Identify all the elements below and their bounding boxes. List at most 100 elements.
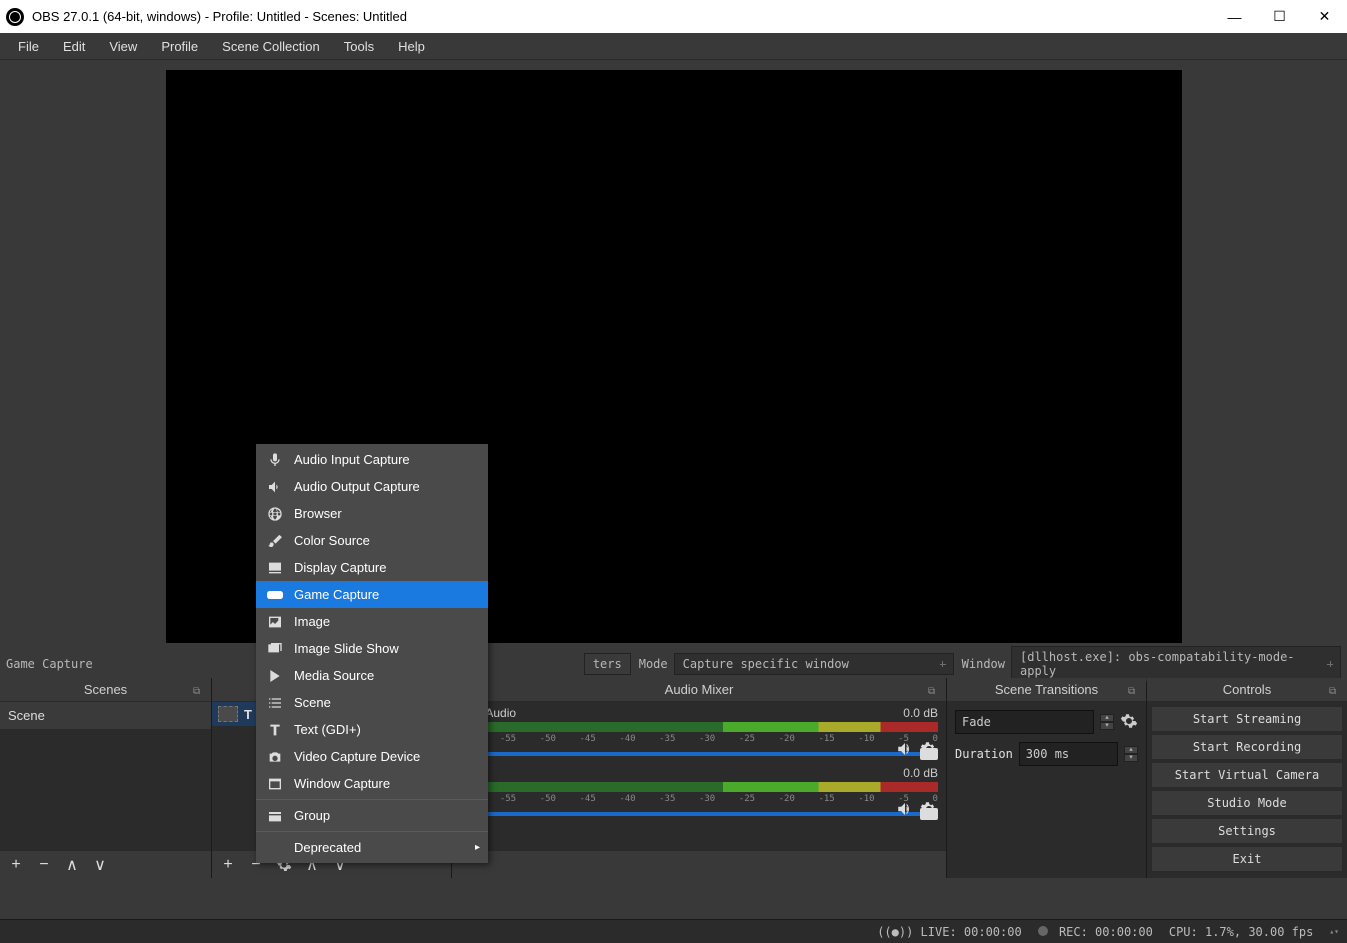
menu-item-label: Deprecated <box>294 840 361 855</box>
transitions-dock-icon[interactable] <box>1128 682 1142 696</box>
status-spinner[interactable]: ▴▾ <box>1329 928 1339 936</box>
menu-item-audio-input-capture[interactable]: Audio Input Capture <box>256 446 488 473</box>
menu-item-label: Group <box>294 808 330 823</box>
gear-icon[interactable] <box>920 740 938 758</box>
mixer-volume-slider[interactable] <box>460 812 938 816</box>
menu-item-label: Text (GDI+) <box>294 722 361 737</box>
menu-item-label: Image Slide Show <box>294 641 399 656</box>
menu-item-browser[interactable]: Browser <box>256 500 488 527</box>
titlebar: OBS 27.0.1 (64-bit, windows) - Profile: … <box>0 0 1347 33</box>
menu-item-deprecated[interactable]: Deprecated <box>256 834 488 861</box>
transition-settings-icon[interactable] <box>1120 712 1138 733</box>
transition-spinner[interactable]: ▴▾ <box>1100 714 1114 730</box>
mic-icon <box>266 451 284 469</box>
menu-item-image[interactable]: Image <box>256 608 488 635</box>
speaker-icon[interactable] <box>896 740 914 758</box>
mixer-dock-icon[interactable] <box>928 682 942 696</box>
play-icon <box>266 667 284 685</box>
controls-header: Controls <box>1147 678 1347 702</box>
duration-input[interactable]: 300 ms <box>1019 742 1118 766</box>
menu-tools[interactable]: Tools <box>332 35 386 58</box>
scene-add-button[interactable]: + <box>4 853 28 877</box>
broadcast-icon: ((●)) <box>877 925 913 939</box>
menu-item-text-gdi-[interactable]: Text (GDI+) <box>256 716 488 743</box>
speaker-icon[interactable] <box>896 800 914 818</box>
menu-help[interactable]: Help <box>386 35 437 58</box>
scene-move-up-button[interactable]: ∧ <box>60 853 84 877</box>
mixer-track-level: 0.0 dB <box>903 766 938 780</box>
close-button[interactable]: ✕ <box>1302 0 1347 33</box>
menu-item-window-capture[interactable]: Window Capture <box>256 770 488 797</box>
menu-separator <box>256 831 488 832</box>
transitions-header: Scene Transitions <box>947 678 1146 702</box>
menu-item-display-capture[interactable]: Display Capture <box>256 554 488 581</box>
transition-select[interactable]: Fade <box>955 710 1094 734</box>
source-add-button[interactable]: + <box>216 853 240 877</box>
menu-item-image-slide-show[interactable]: Image Slide Show <box>256 635 488 662</box>
menu-item-audio-output-capture[interactable]: Audio Output Capture <box>256 473 488 500</box>
menu-profile[interactable]: Profile <box>149 35 210 58</box>
control-button-start-streaming[interactable]: Start Streaming <box>1151 706 1343 732</box>
blank-icon <box>266 839 284 857</box>
menu-item-label: Browser <box>294 506 342 521</box>
mixer-ticks: -60-55-50-45-40-35-30-25-20-15-10-50 <box>460 794 938 804</box>
menu-item-label: Color Source <box>294 533 370 548</box>
mixer-meter <box>460 782 938 792</box>
camera-icon <box>266 748 284 766</box>
panels-row: Scenes Scene + − ∧ ∨ Sources T + − <box>0 678 1347 878</box>
source-label: Game Capture <box>6 657 93 671</box>
scene-item[interactable]: Scene <box>0 702 211 729</box>
mixer-meter <box>460 722 938 732</box>
control-button-start-recording[interactable]: Start Recording <box>1151 734 1343 760</box>
duration-spinner[interactable]: ▴▾ <box>1124 746 1138 762</box>
minimize-button[interactable]: — <box>1212 0 1257 33</box>
scenes-panel: Scenes Scene + − ∧ ∨ <box>0 678 212 878</box>
menu-item-label: Window Capture <box>294 776 390 791</box>
menu-item-group[interactable]: Group <box>256 802 488 829</box>
text-icon: T <box>244 707 252 722</box>
menu-item-video-capture-device[interactable]: Video Capture Device <box>256 743 488 770</box>
control-button-studio-mode[interactable]: Studio Mode <box>1151 790 1343 816</box>
status-cpu: CPU: 1.7%, 30.00 fps <box>1169 925 1314 939</box>
scene-remove-button[interactable]: − <box>32 853 56 877</box>
menu-item-game-capture[interactable]: Game Capture <box>256 581 488 608</box>
mode-dropdown[interactable]: Capture specific window <box>674 653 954 675</box>
controls-panel: Controls Start StreamingStart RecordingS… <box>1147 678 1347 878</box>
menu-item-color-source[interactable]: Color Source <box>256 527 488 554</box>
menu-file[interactable]: File <box>6 35 51 58</box>
monitor-icon <box>266 559 284 577</box>
menu-item-label: Scene <box>294 695 331 710</box>
mixer-track: /Aux0.0 dB -60-55-50-45-40-35-30-25-20-1… <box>452 762 946 822</box>
source-info-bar: Game Capture ters Mode Capture specific … <box>0 650 1347 678</box>
menu-edit[interactable]: Edit <box>51 35 97 58</box>
scene-move-down-button[interactable]: ∨ <box>88 853 112 877</box>
group-icon <box>266 807 284 825</box>
window-icon <box>266 775 284 793</box>
mixer-ticks: -60-55-50-45-40-35-30-25-20-15-10-50 <box>460 734 938 744</box>
control-button-start-virtual-camera[interactable]: Start Virtual Camera <box>1151 762 1343 788</box>
window-dropdown[interactable]: [dllhost.exe]: obs-compatability-mode-ap… <box>1011 646 1341 682</box>
status-rec: REC: 00:00:00 <box>1038 925 1153 939</box>
scenes-dock-icon[interactable] <box>193 682 207 696</box>
mixer-header: Audio Mixer <box>452 678 946 702</box>
menu-view[interactable]: View <box>97 35 149 58</box>
menu-item-scene[interactable]: Scene <box>256 689 488 716</box>
menu-item-label: Game Capture <box>294 587 379 602</box>
record-dot-icon <box>1038 926 1048 936</box>
mixer-track-level: 0.0 dB <box>903 706 938 720</box>
obs-app-icon <box>6 8 24 26</box>
control-button-settings[interactable]: Settings <box>1151 818 1343 844</box>
mixer-volume-slider[interactable] <box>460 752 938 756</box>
add-source-context-menu: Audio Input Capture Audio Output Capture B… <box>256 444 488 863</box>
menu-scene-collection[interactable]: Scene Collection <box>210 35 332 58</box>
gear-icon[interactable] <box>920 800 938 818</box>
globe-icon <box>266 505 284 523</box>
control-button-exit[interactable]: Exit <box>1151 846 1343 872</box>
filters-button-partial[interactable]: ters <box>584 653 631 675</box>
controls-dock-icon[interactable] <box>1329 682 1343 696</box>
maximize-button[interactable]: ☐ <box>1257 0 1302 33</box>
audio-mixer-panel: Audio Mixer ktop Audio0.0 dB -60-55-50-4… <box>452 678 947 878</box>
menu-item-label: Audio Input Capture <box>294 452 410 467</box>
image-icon <box>266 613 284 631</box>
menu-item-media-source[interactable]: Media Source <box>256 662 488 689</box>
